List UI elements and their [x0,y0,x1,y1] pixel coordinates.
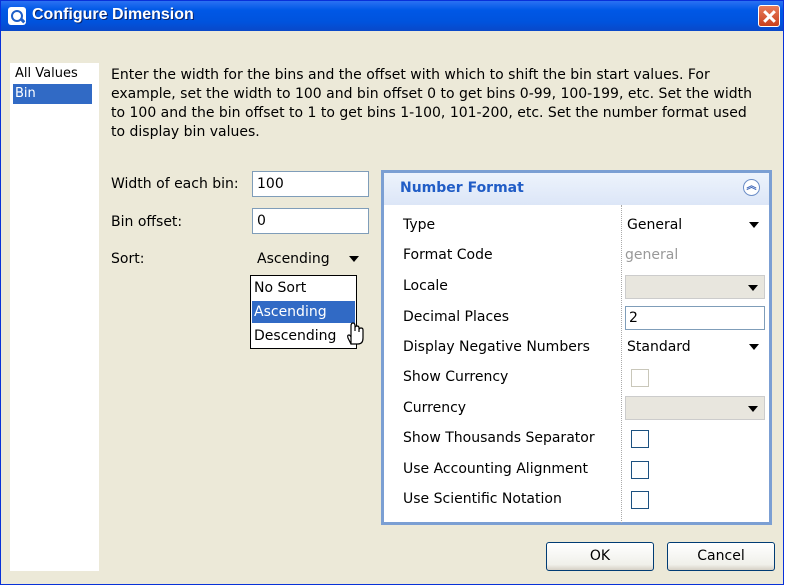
bin-offset-input[interactable]: 0 [252,208,369,234]
width-input[interactable]: 100 [252,171,369,197]
chevron-down-icon [748,406,758,412]
sort-select[interactable]: Ascending [257,247,367,271]
number-format-header: Number Format ︽ [384,173,769,205]
scientific-notation-checkbox[interactable] [631,491,649,509]
chevron-down-icon[interactable] [349,256,359,262]
sort-option-ascending[interactable]: Ascending [252,301,355,323]
negative-numbers-value: Standard [627,339,691,355]
column-divider [621,205,622,523]
chevron-down-icon[interactable] [749,344,759,350]
number-format-panel: Number Format ︽ Type General Format Code… [381,170,772,525]
locale-select [625,275,765,299]
list-item-bin[interactable]: Bin [13,84,92,104]
sort-label: Sort: [111,251,145,267]
window-title: Configure Dimension [32,6,194,23]
number-format-title: Number Format [400,180,524,196]
width-label: Width of each bin: [111,176,239,192]
list-item-all-values[interactable]: All Values [13,64,92,84]
mouse-pointer-icon [347,322,364,345]
chevron-down-icon[interactable] [749,222,759,228]
type-select[interactable]: General [625,213,765,237]
close-button[interactable] [758,5,780,27]
sort-option-descending[interactable]: Descending [252,325,355,347]
bin-offset-label: Bin offset: [111,214,183,230]
currency-select [625,396,765,420]
format-code-value: general [625,247,679,263]
type-label: Type [403,217,436,233]
negative-numbers-select[interactable]: Standard [625,335,765,359]
scientific-notation-label: Use Scientific Notation [403,491,562,507]
app-icon [8,7,26,25]
thousands-separator-label: Show Thousands Separator [403,430,595,446]
dimension-mode-list: All Values Bin [10,63,99,571]
show-currency-label: Show Currency [403,369,509,385]
ok-button[interactable]: OK [546,542,654,571]
show-currency-checkbox [631,369,649,387]
type-value: General [627,217,683,233]
decimal-places-input[interactable]: 2 [625,306,765,330]
configure-dimension-dialog: Configure Dimension All Values Bin Enter… [0,0,784,585]
accounting-alignment-checkbox[interactable] [631,461,649,479]
collapse-icon[interactable]: ︽ [743,179,760,196]
decimal-places-label: Decimal Places [403,309,510,325]
format-code-label: Format Code [403,247,493,263]
cancel-button[interactable]: Cancel [667,542,775,571]
currency-label: Currency [403,400,467,416]
thousands-separator-checkbox[interactable] [631,430,649,448]
sort-option-no-sort[interactable]: No Sort [252,277,355,299]
negative-numbers-label: Display Negative Numbers [403,339,590,355]
sort-dropdown: No Sort Ascending Descending [250,275,357,349]
instructions-text: Enter the width for the bins and the off… [111,67,753,140]
accounting-alignment-label: Use Accounting Alignment [403,461,588,477]
chevron-down-icon [748,285,758,291]
title-bar[interactable]: Configure Dimension [1,1,783,31]
sort-select-value: Ascending [257,251,330,267]
locale-label: Locale [403,278,448,294]
